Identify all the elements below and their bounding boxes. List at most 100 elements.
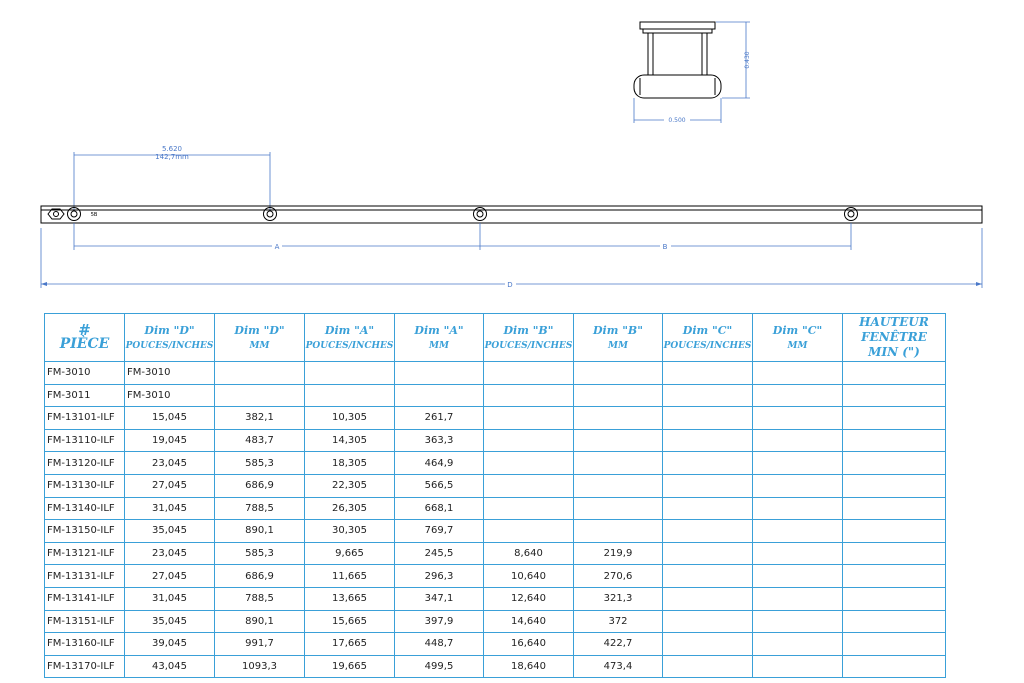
header-dim-c-mm: Dim "C" MM [752,313,843,362]
cell-dim-b-inches [483,496,574,521]
cell-dim-a-inches: 15,665 [304,609,395,634]
cell-window-height [842,428,946,453]
cell-dim-d-mm: 890,1 [214,609,305,634]
cell-window-height [842,451,946,475]
cell-dim-a-mm: 245,5 [394,541,484,566]
header-dim-a-inches: Dim "A" POUCES/INCHES [304,313,395,362]
cell-dim-b-mm [573,473,663,498]
cell-window-height [842,632,946,656]
cell-dim-b-inches: 12,640 [483,586,574,611]
cell-dim-d-mm: 788,5 [214,496,305,521]
table-row: FM-13150-ILF 35,045 890,1 30,305 769,7 [44,519,946,543]
table-row: FM-13160-ILF 39,045 991,7 17,665 448,7 16,640… [44,632,946,656]
header-window-height: HAUTEUR FENÊTRE MIN (") [842,313,946,362]
cell-window-height [842,541,946,566]
cell-dim-b-inches: 18,640 [483,654,574,679]
cell-dim-c-mm [752,428,843,453]
cell-dim-a-mm: 347,1 [394,586,484,611]
mounting-hole [844,207,858,221]
table-row: FM-13130-ILF 27,045 686,9 22,305 566,5 [44,473,946,498]
cell-dim-b-inches [483,473,574,498]
cell-dim-a-inches: 22,305 [304,473,395,498]
cell-dim-c-inches [662,654,753,679]
cell-dim-d-inches: 43,045 [124,654,215,679]
cell-piece: FM-3010 [44,361,125,385]
cell-dim-d-inches: 23,045 [124,541,215,566]
cell-dim-c-mm [752,564,843,588]
cell-dim-c-inches [662,428,753,453]
cell-dim-a-inches: 18,305 [304,451,395,475]
cell-dim-c-inches [662,406,753,430]
cell-piece: FM-13140-ILF [44,496,125,521]
cell-dim-d-mm [214,383,305,408]
cell-window-height [842,473,946,498]
table-row: FM-13101-ILF 15,045 382,1 10,305 261,7 [44,406,946,430]
cell-dim-a-mm: 464,9 [394,451,484,475]
cell-piece: FM-3011 [44,383,125,408]
cell-dim-d-inches: 15,045 [124,406,215,430]
cell-dim-c-inches [662,519,753,543]
cell-dim-a-inches [304,383,395,408]
cell-dim-c-mm [752,519,843,543]
cell-dim-d-mm: 1093,3 [214,654,305,679]
cell-window-height [842,609,946,634]
cell-dim-d-mm: 890,1 [214,519,305,543]
cell-dim-a-inches [304,361,395,385]
cell-dim-b-mm: 270,6 [573,564,663,588]
cell-dim-c-mm [752,406,843,430]
first-spacing-dimension: 5.620 142,7mm [73,145,271,210]
cell-dim-b-inches [483,383,574,408]
cell-dim-b-inches [483,361,574,385]
cell-dim-d-inches: 35,045 [124,519,215,543]
cell-dim-b-mm [573,383,663,408]
cell-dim-b-mm [573,451,663,475]
table-row: FM-13141-ILF 31,045 788,5 13,665 347,1 12,640… [44,586,946,611]
dimension-d-label: D [507,281,512,289]
header-dim-c-inches: Dim "C" POUCES/INCHES [662,313,753,362]
cell-dim-b-mm: 321,3 [573,586,663,611]
cell-dim-d-mm [214,361,305,385]
dimension-a-b: A B [73,223,852,251]
cell-dim-a-inches: 14,305 [304,428,395,453]
cell-piece: FM-13170-ILF [44,654,125,679]
cell-dim-d-inches: FM-3010 [124,361,215,385]
cell-dim-a-inches: 19,665 [304,654,395,679]
cell-dim-a-inches: 11,665 [304,564,395,588]
header-dim-d-inches: Dim "D" POUCES/INCHES [124,313,215,362]
cell-dim-c-mm [752,586,843,611]
table-row: FM-13151-ILF 35,045 890,1 15,665 397,9 14,640… [44,609,946,634]
cell-dim-c-mm [752,473,843,498]
cell-piece: FM-13141-ILF [44,586,125,611]
cell-dim-a-mm: 499,5 [394,654,484,679]
cell-dim-d-inches: 27,045 [124,473,215,498]
cell-dim-c-inches [662,473,753,498]
cell-dim-a-mm: 448,7 [394,632,484,656]
table-row: FM-13110-ILF 19,045 483,7 14,305 363,3 [44,428,946,453]
cell-dim-c-mm [752,654,843,679]
cell-dim-d-mm: 483,7 [214,428,305,453]
cell-dim-b-inches [483,406,574,430]
cell-dim-b-mm [573,519,663,543]
cell-window-height [842,586,946,611]
table-row: FM-3010 FM-3010 [44,361,946,385]
cell-window-height [842,564,946,588]
cell-dim-b-mm [573,496,663,521]
cell-piece: FM-13110-ILF [44,428,125,453]
cell-dim-c-inches [662,496,753,521]
cell-window-height [842,654,946,679]
cell-dim-c-mm [752,451,843,475]
cell-dim-a-mm: 668,1 [394,496,484,521]
cell-piece: FM-13101-ILF [44,406,125,430]
cell-dim-a-mm [394,361,484,385]
cell-dim-a-inches: 30,305 [304,519,395,543]
dimension-d: D [40,228,983,289]
cell-dim-c-inches [662,361,753,385]
cell-dim-a-mm [394,383,484,408]
cell-dim-a-mm: 261,7 [394,406,484,430]
cell-dim-d-inches: 27,045 [124,564,215,588]
table-row: FM-13170-ILF 43,045 1093,3 19,665 499,5 18,64… [44,654,946,679]
cell-dim-c-inches [662,609,753,634]
cell-dim-d-inches: 35,045 [124,609,215,634]
cell-piece: FM-13120-ILF [44,451,125,475]
header-dim-d-mm: Dim "D" MM [214,313,305,362]
